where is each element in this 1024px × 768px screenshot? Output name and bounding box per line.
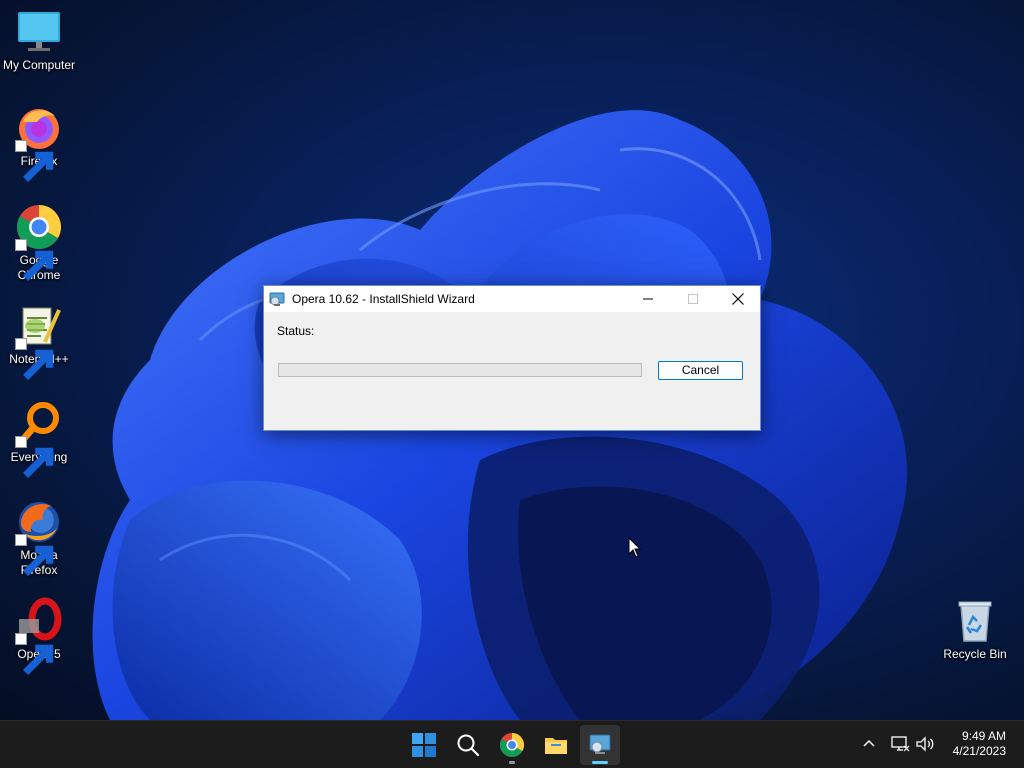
desktop-icon-mozilla-firefox[interactable]: Mozilla Firefox (0, 498, 78, 578)
search-icon (457, 734, 480, 757)
shortcut-arrow-icon (15, 633, 54, 675)
mouse-cursor-icon (628, 537, 642, 558)
desktop-icon-recycle-bin[interactable]: Recycle Bin (936, 597, 1014, 662)
desktop-icon-label: Recycle Bin (943, 647, 1007, 661)
installshield-dialog: Opera 10.62 - InstallShield Wizard Statu… (263, 285, 761, 431)
shortcut-arrow-icon (15, 436, 54, 478)
shortcut-arrow-icon (15, 239, 54, 281)
desktop-icon-my-computer[interactable]: My Computer (0, 8, 78, 73)
volume-icon (916, 736, 934, 752)
install-progress-bar (278, 363, 642, 377)
volume-button[interactable] (914, 733, 936, 755)
shortcut-arrow-icon (15, 534, 54, 576)
installer-icon (589, 734, 611, 754)
desktop: My Computer Firefox Google Chrome Notepa… (0, 0, 1024, 720)
desktop-icon-opera-5[interactable]: Opera 5 (0, 597, 78, 675)
desktop-icon-everything[interactable]: Everything (0, 400, 78, 478)
taskbar-installer-button[interactable] (580, 725, 620, 765)
minimize-button[interactable] (625, 286, 670, 312)
chrome-icon (499, 733, 525, 758)
taskbar-chrome-button[interactable] (492, 725, 532, 765)
desktop-icon-notepadpp[interactable]: Notepad++ (0, 302, 78, 380)
maximize-icon (687, 294, 698, 304)
active-indicator (592, 761, 608, 764)
start-button[interactable] (404, 725, 444, 765)
status-label: Status: (277, 324, 315, 338)
recycle-bin-icon (958, 601, 992, 642)
cancel-button[interactable]: Cancel (658, 361, 743, 380)
shortcut-arrow-icon (15, 140, 54, 182)
close-icon (731, 293, 744, 305)
installer-icon (269, 292, 285, 306)
clock-date: 4/21/2023 (952, 744, 1006, 758)
chevron-up-icon (863, 739, 875, 747)
monitor-icon (18, 12, 60, 51)
minimize-icon (642, 298, 653, 300)
start-icon (412, 733, 436, 757)
dialog-title: Opera 10.62 - InstallShield Wizard (292, 292, 475, 306)
close-button[interactable] (715, 286, 760, 312)
taskbar-search-button[interactable] (448, 725, 488, 765)
running-indicator (509, 761, 515, 764)
desktop-icon-firefox[interactable]: Firefox (0, 104, 78, 182)
clock-time: 9:49 AM (961, 729, 1006, 743)
taskbar: 9:49 AM 4/21/2023 (0, 720, 1024, 768)
shortcut-arrow-icon (15, 338, 54, 380)
file-explorer-icon (545, 738, 567, 754)
desktop-icon-google-chrome[interactable]: Google Chrome (0, 203, 78, 283)
taskbar-file-explorer-button[interactable] (536, 725, 576, 765)
desktop-icon-label: My Computer (2, 58, 76, 72)
maximize-button (670, 286, 715, 312)
network-icon (891, 736, 910, 752)
dialog-titlebar[interactable]: Opera 10.62 - InstallShield Wizard (264, 286, 760, 312)
show-hidden-icons-button[interactable] (858, 733, 880, 755)
taskbar-clock[interactable]: 9:49 AM 4/21/2023 (953, 729, 1006, 759)
network-status-button[interactable] (889, 733, 911, 755)
